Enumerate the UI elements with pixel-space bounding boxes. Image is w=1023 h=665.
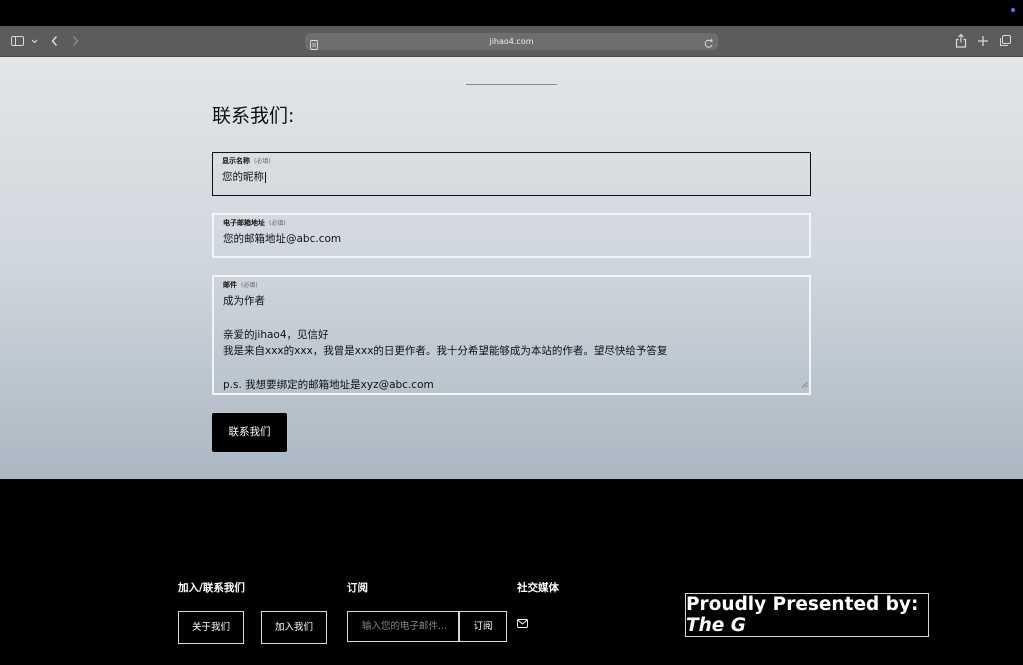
social-media-heading: 社交媒体 [517,582,559,594]
tab-overview-icon[interactable] [999,33,1012,49]
system-top-bar [0,0,1023,26]
message-textarea[interactable]: 成为作者 亲爱的jihao4，见信好 我是来自xxx的xxx，我曾是xxx的日更… [223,293,667,394]
presented-by-text: Proudly Presented by: [686,594,919,615]
join-contact-heading: 加入/联系我们 [178,582,245,594]
contact-submit-button[interactable]: 联系我们 [212,413,287,452]
field-label: 显示名称 (必填) [222,157,271,165]
page-content: 联系我们: 显示名称 (必填) 您的昵称 电子邮箱地址 (必填) 您的邮箱地址@ab… [0,57,1023,479]
divider [466,84,557,85]
message-field[interactable]: 邮件 (必填) 成为作者 亲爱的jihao4，见信好 我是来自xxx的xxx，我曾… [212,275,811,395]
field-label: 电子邮箱地址 (必填) [223,219,286,227]
presented-by-box: Proudly Presented by: The G [685,593,929,637]
join-us-button[interactable]: 加入我们 [261,611,327,644]
email-input[interactable]: 您的邮箱地址@abc.com [223,231,341,246]
back-icon[interactable] [50,33,59,49]
page-title: 联系我们: [212,105,295,127]
subscribe-email-input[interactable]: 输入您的电子邮件... [347,611,459,642]
text-caret [265,171,266,183]
subscribe-heading: 订阅 [347,582,368,594]
about-us-button[interactable]: 关于我们 [178,611,244,644]
subscribe-button[interactable]: 订阅 [459,611,507,642]
url-text[interactable]: jihao4.com [305,33,718,50]
resize-handle-icon[interactable] [801,373,808,392]
share-icon[interactable] [955,33,967,49]
forward-icon[interactable] [71,33,80,49]
reload-icon[interactable] [703,35,714,54]
chevron-down-icon[interactable] [31,33,38,49]
sidebar-toggle-icon[interactable] [11,33,24,49]
field-label: 邮件 (必填) [223,281,258,289]
display-name-field[interactable]: 显示名称 (必填) 您的昵称 [212,152,811,196]
status-dot-icon [1011,8,1015,12]
footer: 加入/联系我们 关于我们 加入我们 订阅 输入您的电子邮件... 订阅 社交媒体… [0,479,1023,665]
email-field[interactable]: 电子邮箱地址 (必填) 您的邮箱地址@abc.com [212,213,811,258]
mail-icon[interactable] [517,613,528,632]
display-name-input[interactable]: 您的昵称 [222,169,266,184]
presenter-name: The G [686,615,746,636]
new-tab-icon[interactable] [977,33,989,49]
address-bar[interactable]: jihao4.com [305,33,718,50]
